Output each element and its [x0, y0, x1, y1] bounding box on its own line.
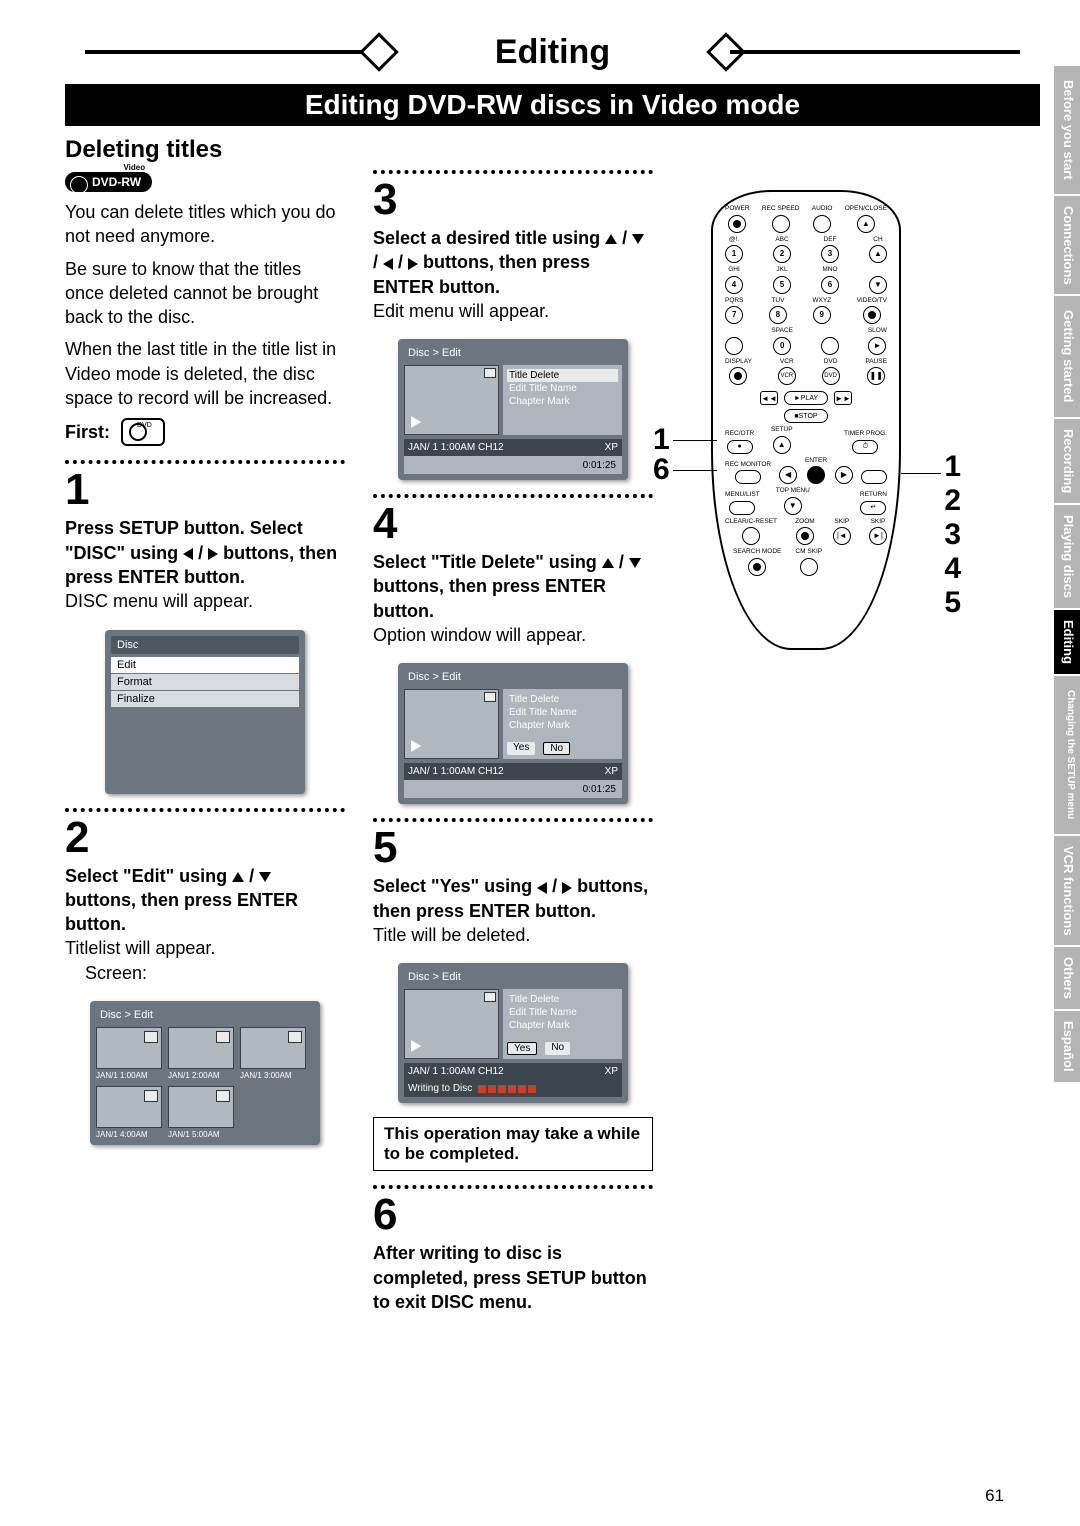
callout-right-3: 3: [944, 518, 961, 552]
osd-disc-menu: Disc Edit Format Finalize: [105, 630, 305, 794]
step2-result: Titlelist will appear.: [65, 938, 215, 958]
remote-power-button: POWER: [725, 206, 750, 233]
remote-audio-button: AUDIO: [812, 206, 833, 233]
tab-others[interactable]: Others: [1054, 947, 1080, 1011]
osd-edit-writing: Disc > Edit Title Delete Edit Title Name…: [398, 963, 628, 1103]
tab-vcr-functions[interactable]: VCR functions: [1054, 836, 1080, 948]
step-number: 3: [373, 178, 653, 222]
page-title-banner: Editing: [85, 30, 1020, 74]
osd-edit-menu: Disc > Edit Title Delete Edit Title Name…: [398, 339, 628, 480]
tab-connections[interactable]: Connections: [1054, 196, 1080, 297]
intro-text-2: Be sure to know that the titles once del…: [65, 257, 345, 330]
step1-instruction: Press SETUP button. Select "DISC" using …: [65, 518, 337, 587]
insert-disc-icon: [121, 418, 165, 446]
step-number: 5: [373, 826, 653, 870]
remote-ff-button: ►►: [834, 391, 852, 405]
tab-editing[interactable]: Editing: [1054, 610, 1080, 676]
tab-espanol[interactable]: Español: [1054, 1011, 1080, 1084]
section-heading: Deleting titles: [65, 136, 1040, 164]
remote-setup-button: SETUP▲: [771, 427, 793, 454]
remote-play-button: ► PLAY: [784, 391, 828, 405]
step3-result: Edit menu will appear.: [373, 301, 549, 321]
callout-left-6: 6: [653, 453, 670, 487]
step5-instruction: Select "Yes" using / buttons, then press…: [373, 876, 648, 920]
note-box: This operation may take a while to be co…: [373, 1117, 653, 1171]
step-number: 4: [373, 502, 653, 546]
tab-playing-discs[interactable]: Playing discs: [1054, 505, 1080, 610]
step-number: 6: [373, 1193, 653, 1237]
step2-instruction: Select "Edit" using / buttons, then pres…: [65, 866, 298, 935]
step4-instruction: Select "Title Delete" using / buttons, t…: [373, 552, 641, 621]
tab-setup-menu[interactable]: Changing the SETUP menu: [1054, 676, 1080, 835]
osd-titlelist: Disc > Edit JAN/1 1:00AM JAN/1 2:00AM JA…: [90, 1001, 320, 1145]
page-title: Editing: [483, 33, 622, 72]
page-number: 61: [985, 1486, 1004, 1506]
remote-openclose-button: OPEN/CLOSE▲: [845, 206, 887, 233]
step3-instruction: Select a desired title using / / / butto…: [373, 228, 644, 297]
tab-getting-started[interactable]: Getting started: [1054, 296, 1080, 418]
callout-right-5: 5: [944, 586, 961, 620]
step4-result: Option window will appear.: [373, 625, 586, 645]
remote-stop-button: ■ STOP: [784, 409, 828, 423]
step-number: 2: [65, 816, 345, 860]
first-label: First:: [65, 422, 110, 443]
remote-diagram: POWER REC SPEED AUDIO OPEN/CLOSE▲ @!.1 A…: [681, 190, 931, 650]
step1-result: DISC menu will appear.: [65, 591, 253, 611]
step5-result: Title will be deleted.: [373, 925, 530, 945]
screen-label: Screen:: [85, 961, 345, 985]
remote-rew-button: ◄◄: [760, 391, 778, 405]
remote-enter-button: ENTER: [805, 458, 827, 485]
callout-right-4: 4: [944, 552, 961, 586]
osd-edit-confirm: Disc > Edit Title Delete Edit Title Name…: [398, 663, 628, 804]
tab-recording[interactable]: Recording: [1054, 419, 1080, 505]
step6-instruction: After writing to disc is completed, pres…: [373, 1243, 647, 1312]
page-subtitle: Editing DVD-RW discs in Video mode: [65, 84, 1040, 126]
intro-text-1: You can delete titles which you do not n…: [65, 200, 345, 249]
dvd-rw-badge: DVD-RW Video: [65, 172, 152, 192]
callout-left-1: 1: [653, 423, 670, 457]
remote-recspeed-button: REC SPEED: [762, 206, 800, 233]
callout-right-1: 1: [944, 450, 961, 484]
side-nav-tabs: Before you start Connections Getting sta…: [1054, 66, 1080, 1084]
intro-text-3: When the last title in the title list in…: [65, 337, 345, 410]
callout-right-2: 2: [944, 484, 961, 518]
tab-before-you-start[interactable]: Before you start: [1054, 66, 1080, 196]
step-number: 1: [65, 468, 345, 512]
